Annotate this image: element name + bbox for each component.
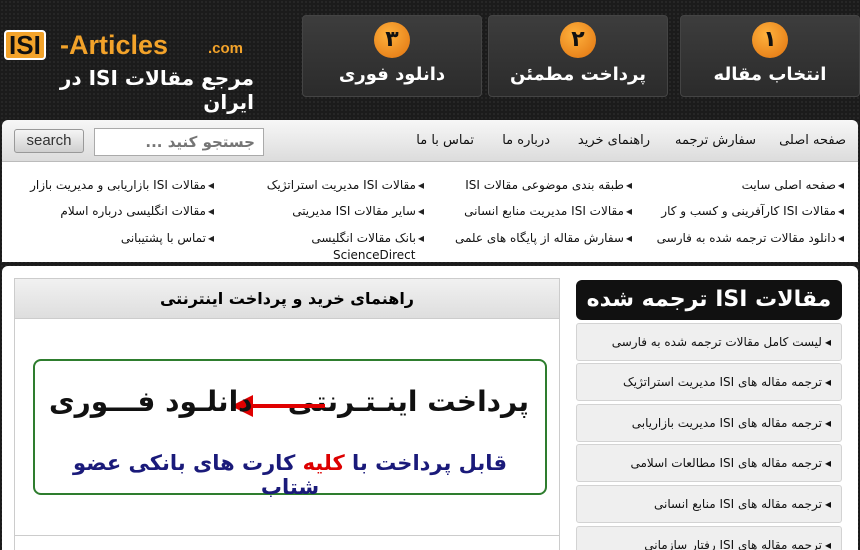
main-content: راهنمای خرید و پرداخت اینترنتی پرداخت ای… xyxy=(2,266,858,550)
step-label: انتخاب مقاله xyxy=(713,64,827,85)
sidebar-item-islamic[interactable]: ترجمه مقاله های ISI مطالعات اسلامی xyxy=(576,444,842,482)
banner-cards-text: قابل پرداخت با کلیه کارت های بانکی عضو ش… xyxy=(49,451,531,499)
sidebar-item-hr[interactable]: ترجمه مقاله های ISI منابع انسانی xyxy=(576,485,842,523)
sublink-support[interactable]: تماس با پشتیبانی xyxy=(121,231,214,245)
step-number-2: ٢ xyxy=(560,22,596,58)
banner-cards-text-b: کارت های بانکی عضو شتاب xyxy=(73,451,320,499)
nav-about[interactable]: درباره ما xyxy=(502,133,550,148)
search-input[interactable] xyxy=(94,128,264,156)
sublink-english-bank[interactable]: بانک مقالات انگلیسی xyxy=(311,231,424,245)
sublink-islam[interactable]: مقالات انگلیسی درباره اسلام xyxy=(60,204,214,218)
sidebar-item-full-list[interactable]: لیست کامل مقالات ترجمه شده به فارسی xyxy=(576,323,842,361)
step-label: دانلود فوری xyxy=(338,64,446,85)
panel-divider xyxy=(15,535,559,536)
step-number-3: ٣ xyxy=(374,22,410,58)
step-download: ٣ دانلود فوری xyxy=(302,15,482,97)
banner-instant-download: دانلـود فـــوری xyxy=(49,385,253,418)
step-label: پرداخت مطمئن xyxy=(510,64,646,85)
main-navbar: search صفحه اصلی سفارش ترجمه راهنمای خری… xyxy=(2,120,858,162)
nav-order-translation[interactable]: سفارش ترجمه xyxy=(675,133,756,148)
step-number-1: ١ xyxy=(752,22,788,58)
sublink-translated[interactable]: دانلود مقالات ترجمه شده به فارسی xyxy=(657,231,844,245)
sublink-home[interactable]: صفحه اصلی سایت xyxy=(742,178,844,192)
sidebar-item-org-behavior[interactable]: ترجمه مقاله های ISI رفتار سازمانی xyxy=(576,526,842,550)
sublink-order-databases[interactable]: سفارش مقاله از پایگاه های علمی xyxy=(455,231,632,245)
sublink-strategic[interactable]: مقالات ISI مدیریت استراتژیک xyxy=(267,178,424,192)
nav-contact[interactable]: تماس با ما xyxy=(416,133,474,148)
nav-home[interactable]: صفحه اصلی xyxy=(779,133,846,148)
sidebar-title: مقالات ISI ترجمه شده xyxy=(576,280,842,320)
logo-text: -Articles xyxy=(60,30,169,60)
step-payment: ٢ پرداخت مطمئن xyxy=(488,15,668,97)
sublink-categories[interactable]: طبقه بندی موضوعی مقالات ISI xyxy=(465,178,632,192)
search-button[interactable]: search xyxy=(14,129,84,153)
sublinks-panel: صفحه اصلی سایت مقالات ISI کارآفرینی و کس… xyxy=(2,162,858,262)
buy-guide-panel: راهنمای خرید و پرداخت اینترنتی پرداخت ای… xyxy=(14,278,560,550)
sublink-sciencedirect[interactable]: ScienceDirect xyxy=(333,248,415,262)
sidebar-item-strategic[interactable]: ترجمه مقاله های ISI مدیریت استراتژیک xyxy=(576,363,842,401)
payment-banner[interactable]: پرداخت اینـتـرنتی دانلـود فـــوری قابل پ… xyxy=(33,359,547,499)
banner-cards-text-a: قابل پرداخت با xyxy=(344,451,507,475)
sidebar-item-marketing[interactable]: ترجمه مقاله های ISI مدیریت بازاریابی xyxy=(576,404,842,442)
panel-title: راهنمای خرید و پرداخت اینترنتی xyxy=(15,279,559,319)
sublink-entrepreneurship[interactable]: مقالات ISI کارآفرینی و کسب و کار xyxy=(661,204,844,218)
sublink-other-management[interactable]: سایر مقالات ISI مدیریتی xyxy=(292,204,424,218)
sublink-hr[interactable]: مقالات ISI مدیریت منابع انسانی xyxy=(464,204,632,218)
logo-domain: .com xyxy=(208,40,244,57)
site-tagline: مرجع مقالات ISI در ایران xyxy=(59,66,254,114)
site-logo[interactable]: ISI -Articles .com xyxy=(4,26,294,66)
logo-box: ISI xyxy=(4,30,46,60)
step-select: ١ انتخاب مقاله xyxy=(680,15,860,97)
banner-cards-text-red: کلیه xyxy=(302,451,345,475)
sublink-marketing[interactable]: مقالات ISI بازاریابی و مدیریت بازار xyxy=(30,178,214,192)
nav-buy-guide[interactable]: راهنمای خرید xyxy=(578,133,650,148)
